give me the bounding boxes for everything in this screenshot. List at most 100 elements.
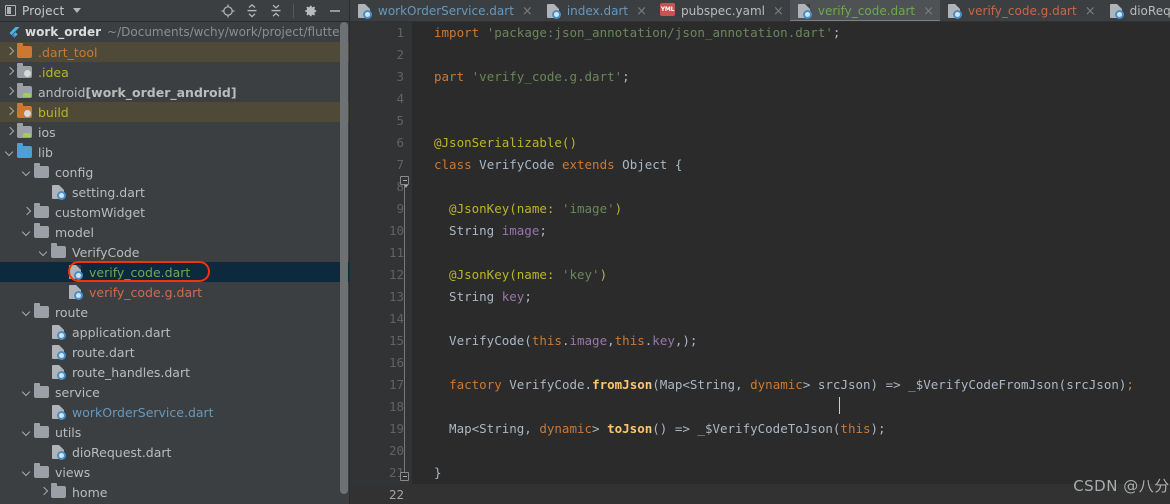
close-icon[interactable]: × [773,5,784,18]
tree-row-service[interactable]: service [0,382,350,402]
chevron-right-icon[interactable] [4,87,15,98]
project-scrollbar-thumb[interactable] [340,22,348,494]
tree-row-customwidget[interactable]: customWidget [0,202,350,222]
tree-row-android[interactable]: android [work_order_android] [0,82,350,102]
chevron-right-icon[interactable] [21,207,32,218]
chevron-right-icon[interactable] [38,487,49,498]
code-line[interactable] [412,242,1170,264]
tree-row-views[interactable]: views [0,462,350,482]
code-line[interactable]: import 'package:json_annotation/json_ann… [412,22,1170,44]
code-line[interactable]: @JsonKey(name: 'key') [412,264,1170,286]
code-line[interactable]: @JsonKey(name: 'image') [412,198,1170,220]
tree-row-utils[interactable]: utils [0,422,350,442]
chevron-right-icon[interactable] [4,127,15,138]
chevron-right-icon[interactable] [4,47,15,58]
code-line[interactable]: } [412,462,1170,484]
chevron-down-icon[interactable] [21,227,32,238]
code-token: Map<String, [434,421,540,436]
tree-row-verifycode[interactable]: VerifyCode [0,242,350,262]
editor-tabbar[interactable]: workOrderService.dart × index.dart × YML pubs… [350,0,1170,22]
locate-target-icon[interactable] [217,1,239,21]
editor-tab-verify_code.g.dart[interactable]: verify_code.g.dart × [940,0,1102,22]
code-line[interactable]: Map<String, dynamic> toJson() => _$Verif… [412,418,1170,440]
code-line[interactable] [412,44,1170,66]
chevron-down-icon[interactable] [21,307,32,318]
code-line[interactable]: factory VerifyCode.fromJson(Map<String, … [412,374,1170,396]
tree-row-ios[interactable]: ios [0,122,350,142]
close-icon[interactable]: × [522,5,533,18]
tree-row-label: verify_code.g.dart [89,284,203,300]
code-token: ; [539,223,547,238]
code-line[interactable] [412,352,1170,374]
tree-row-route_handles.dart[interactable]: route_handles.dart [0,362,350,382]
tree-row-lib[interactable]: lib [0,142,350,162]
editor-tab-verify_code.dart[interactable]: verify_code.dart × [789,0,941,22]
chevron-down-icon[interactable] [21,167,32,178]
tree-row-workorderservice.dart[interactable]: workOrderService.dart [0,402,350,422]
minimize-icon[interactable] [324,1,346,21]
tree-row-label: home [72,484,108,500]
tree-row-route[interactable]: route [0,302,350,322]
tree-row-.dart_tool[interactable]: .dart_tool [0,42,350,62]
project-root-row[interactable]: work_order ~/Documents/wchy/work/project… [0,22,350,42]
code-line[interactable]: String key; [412,286,1170,308]
tree-row-model[interactable]: model [0,222,350,242]
tree-row-home[interactable]: home [0,482,350,502]
code-line[interactable] [412,308,1170,330]
code-line[interactable]: String image; [412,220,1170,242]
project-scrollbar[interactable] [340,22,348,500]
collapse-all-icon[interactable] [265,1,287,21]
expand-all-icon[interactable] [241,1,263,21]
chevron-down-icon[interactable] [21,467,32,478]
code-token: () => _$VerifyCodeToJson( [652,421,841,436]
code-line[interactable] [412,440,1170,462]
close-icon[interactable]: × [636,5,647,18]
chevron-right-icon[interactable] [4,67,15,78]
tree-row-label: workOrderService.dart [72,404,214,420]
tree-row-setting.dart[interactable]: setting.dart [0,182,350,202]
tree-row-verify_code.dart[interactable]: verify_code.dart [0,262,350,282]
code-line[interactable] [412,484,1170,504]
code-token: toJson [607,421,653,436]
editor-tab-diorequest.dart[interactable]: dioRequest.dart× [1102,0,1170,22]
tree-row-diorequest.dart[interactable]: dioRequest.dart [0,442,350,462]
tree-row-.idea[interactable]: .idea [0,62,350,82]
editor-gutter[interactable]: 1 2 3 4 5 6 7 8 9 10 11 12 13 14 15 16 17 18 19 20 21 22 [350,22,412,504]
tree-row-route.dart[interactable]: route.dart [0,342,350,362]
chevron-down-icon[interactable] [21,427,32,438]
code-line[interactable] [412,88,1170,110]
chevron-down-icon[interactable] [38,247,49,258]
tree-row-label: route [55,304,89,320]
chevron-down-icon[interactable] [4,147,15,158]
tree-row-build[interactable]: build [0,102,350,122]
code-line[interactable]: part 'verify_code.g.dart'; [412,66,1170,88]
editor-code[interactable]: import 'package:json_annotation/json_ann… [412,22,1170,504]
chevron-down-icon[interactable] [21,387,32,398]
tree-row-application.dart[interactable]: application.dart [0,322,350,342]
close-icon[interactable]: × [923,5,934,18]
code-line[interactable] [412,176,1170,198]
fold-marker-close[interactable] [400,472,409,481]
code-line[interactable] [412,396,1170,418]
tree-row-label: application.dart [72,324,171,340]
editor-tab-workorderservice.dart[interactable]: workOrderService.dart × [350,0,539,22]
editor-tab-index.dart[interactable]: index.dart × [539,0,653,22]
gear-icon[interactable] [300,1,322,21]
code-token: import [434,25,480,40]
fold-marker-open[interactable] [400,176,409,188]
editor-tab-pubspec.yaml[interactable]: YML pubspec.yaml × [653,0,790,22]
chevron-right-icon[interactable] [4,107,15,118]
project-tree[interactable]: .dart_tool .idea android [work_order_andro… [0,42,350,504]
code-line[interactable]: VerifyCode(this.image,this.key,); [412,330,1170,352]
dart-file-icon [51,364,67,380]
close-icon[interactable]: × [1085,5,1096,18]
code-line[interactable]: @JsonSerializable() [412,132,1170,154]
chevron-down-icon[interactable] [73,8,82,13]
code-token: } [434,465,442,480]
code-line[interactable]: class VerifyCode extends Object { [412,154,1170,176]
code-fold-column[interactable] [398,22,412,504]
tree-row-verify_code.g.dart[interactable]: verify_code.g.dart [0,282,350,302]
tree-row-config[interactable]: config [0,162,350,182]
code-line[interactable] [412,110,1170,132]
